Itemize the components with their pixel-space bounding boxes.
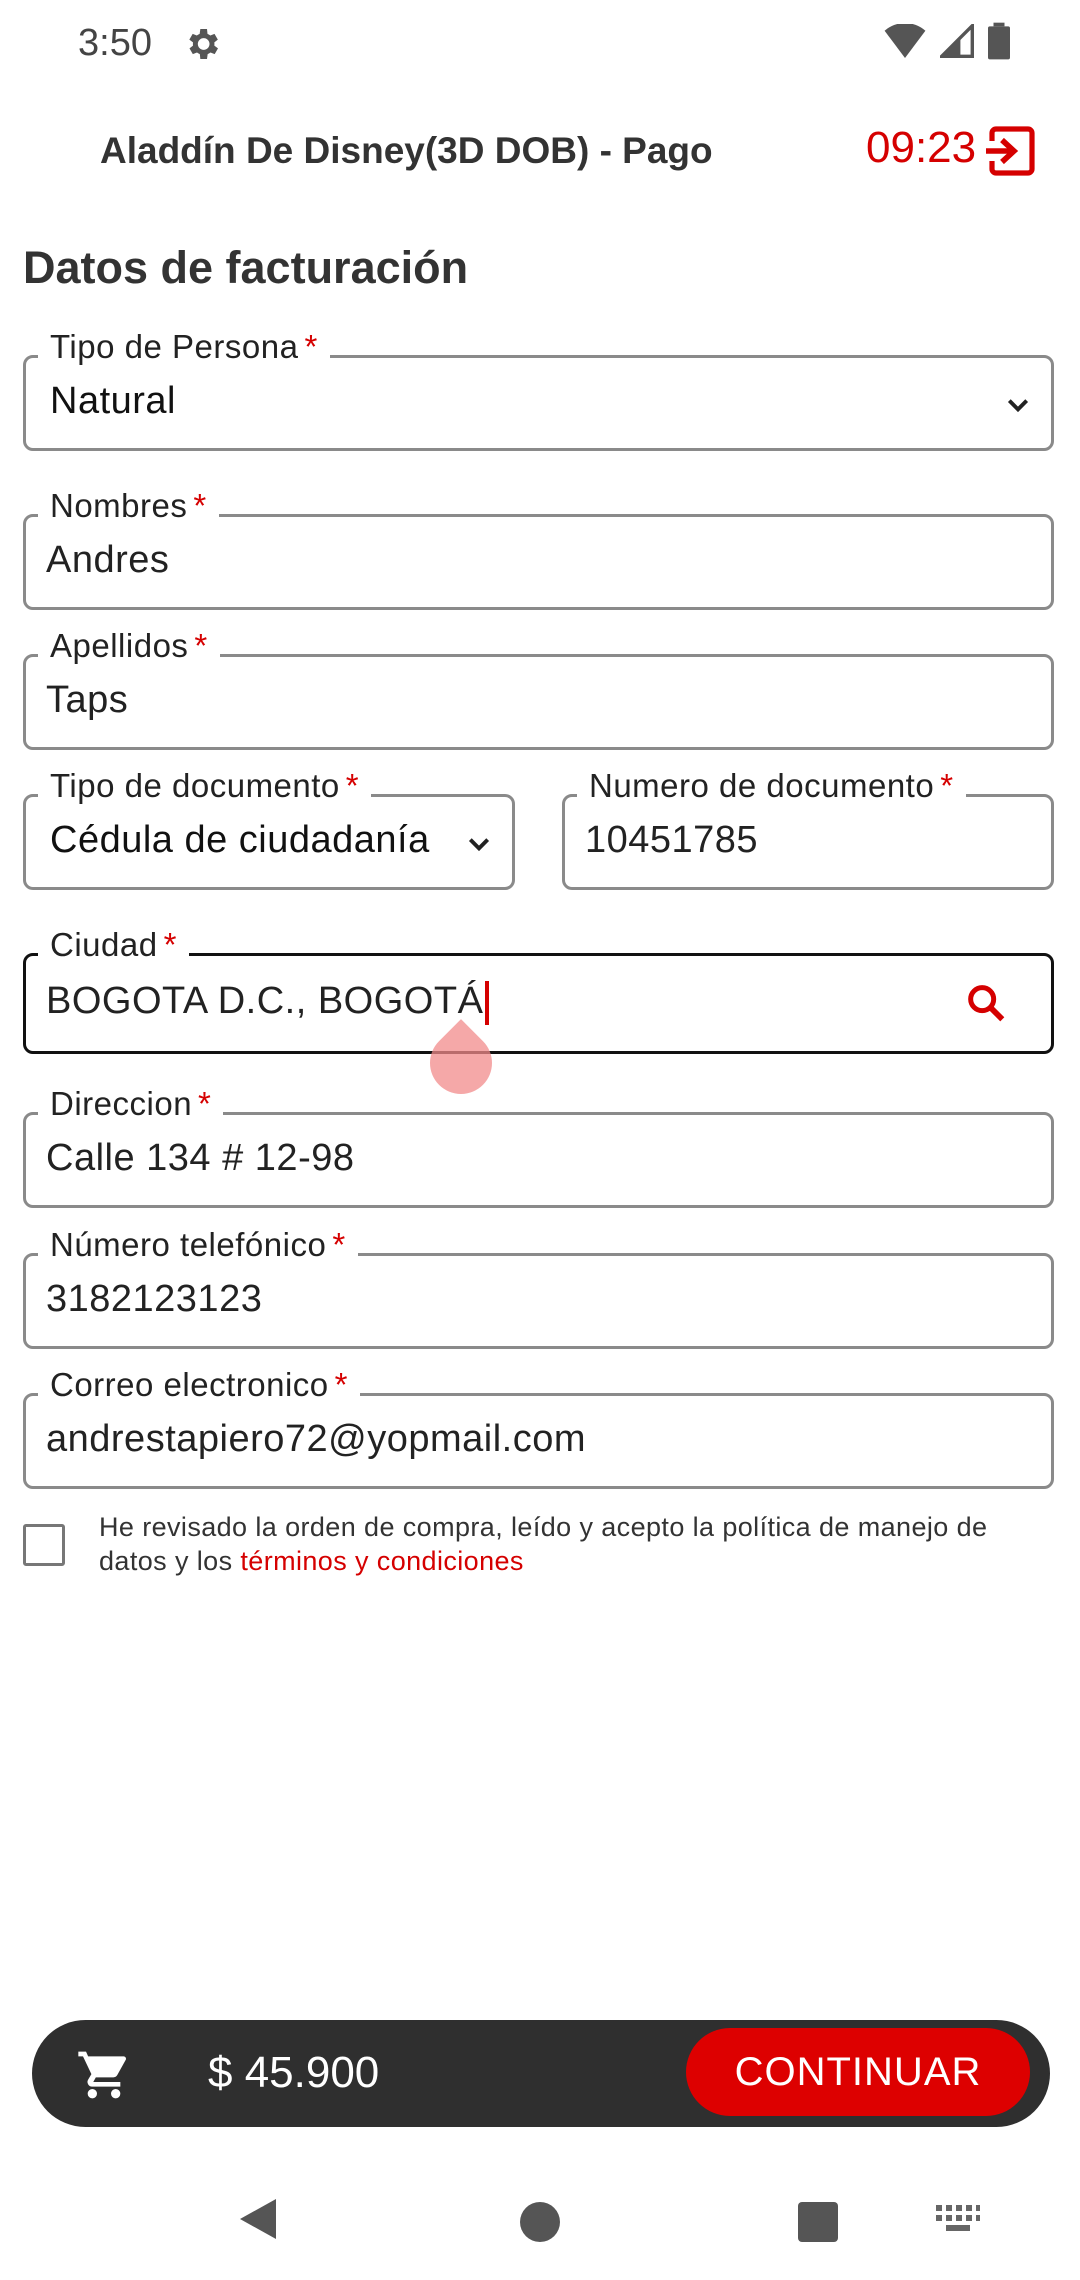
first-name-field[interactable]: Nombres * Andres bbox=[23, 487, 1054, 610]
battery-icon bbox=[988, 22, 1010, 60]
back-icon[interactable] bbox=[236, 2195, 280, 2243]
status-icons bbox=[884, 22, 1010, 60]
city-field[interactable]: Ciudad * BOGOTA D.C., BOGOTÁ bbox=[23, 926, 1054, 1054]
chevron-down-icon bbox=[468, 838, 490, 852]
field-label: Ciudad * bbox=[38, 926, 189, 964]
terms-checkbox[interactable] bbox=[23, 1524, 65, 1566]
status-bar: 3:50 bbox=[0, 0, 1080, 90]
recent-apps-icon[interactable] bbox=[798, 2202, 838, 2242]
terms-link[interactable]: términos y condiciones bbox=[240, 1546, 523, 1576]
page-title: Aladdín De Disney(3D DOB) - Pago bbox=[100, 130, 713, 171]
keyboard-icon[interactable] bbox=[934, 2202, 982, 2236]
app-header: Aladdín De Disney(3D DOB) - Pago 09:23 bbox=[0, 115, 1080, 195]
field-label: Numero de documento * bbox=[577, 767, 966, 805]
exit-icon[interactable] bbox=[984, 125, 1036, 177]
text-cursor bbox=[485, 980, 490, 1025]
cell-signal-icon bbox=[940, 24, 974, 58]
field-value: BOGOTA D.C., BOGOTÁ bbox=[46, 980, 490, 1025]
field-label: Número telefónico * bbox=[38, 1226, 358, 1264]
field-value: 3182123123 bbox=[46, 1278, 263, 1320]
field-value: Calle 134 # 12-98 bbox=[46, 1137, 355, 1179]
field-value: Andres bbox=[46, 539, 170, 581]
status-time: 3:50 bbox=[78, 22, 152, 64]
document-type-select[interactable]: Tipo de documento * Cédula de ciudadanía bbox=[23, 767, 515, 890]
wifi-icon bbox=[884, 24, 926, 58]
search-icon[interactable] bbox=[963, 980, 1009, 1026]
document-number-field[interactable]: Numero de documento * 10451785 bbox=[562, 767, 1054, 890]
cart-bar: $ 45.900 CONTINUAR bbox=[32, 2020, 1050, 2127]
field-value: Taps bbox=[46, 679, 129, 721]
address-field[interactable]: Direccion * Calle 134 # 12-98 bbox=[23, 1085, 1054, 1208]
cart-total: $ 45.900 bbox=[208, 2048, 380, 2097]
email-field[interactable]: Correo electronico * andrestapiero72@yopm… bbox=[23, 1366, 1054, 1489]
last-name-field[interactable]: Apellidos * Taps bbox=[23, 627, 1054, 750]
phone-field[interactable]: Número telefónico * 3182123123 bbox=[23, 1226, 1054, 1349]
field-label: Direccion * bbox=[38, 1085, 224, 1123]
person-type-select[interactable]: Tipo de Persona * Natural bbox=[23, 328, 1054, 451]
field-value: Natural bbox=[50, 380, 176, 422]
shopping-cart-icon bbox=[78, 2051, 127, 2099]
field-value: 10451785 bbox=[585, 819, 759, 861]
home-icon[interactable] bbox=[520, 2202, 560, 2242]
system-nav-bar bbox=[0, 2170, 1080, 2280]
field-label: Tipo de Persona * bbox=[38, 328, 330, 366]
settings-gear-icon bbox=[189, 29, 218, 59]
field-label: Correo electronico * bbox=[38, 1366, 360, 1404]
countdown-timer: 09:23 bbox=[866, 123, 977, 172]
continue-button[interactable]: CONTINUAR bbox=[686, 2028, 1030, 2116]
terms-text: He revisado la orden de compra, leído y … bbox=[99, 1512, 988, 1576]
section-title: Datos de facturación bbox=[23, 242, 469, 293]
chevron-down-icon bbox=[1007, 399, 1029, 413]
field-label: Apellidos * bbox=[38, 627, 220, 665]
field-label: Nombres * bbox=[38, 487, 219, 525]
field-label: Tipo de documento * bbox=[38, 767, 372, 805]
field-value: Cédula de ciudadanía bbox=[50, 819, 430, 861]
field-value: andrestapiero72@yopmail.com bbox=[46, 1418, 587, 1460]
